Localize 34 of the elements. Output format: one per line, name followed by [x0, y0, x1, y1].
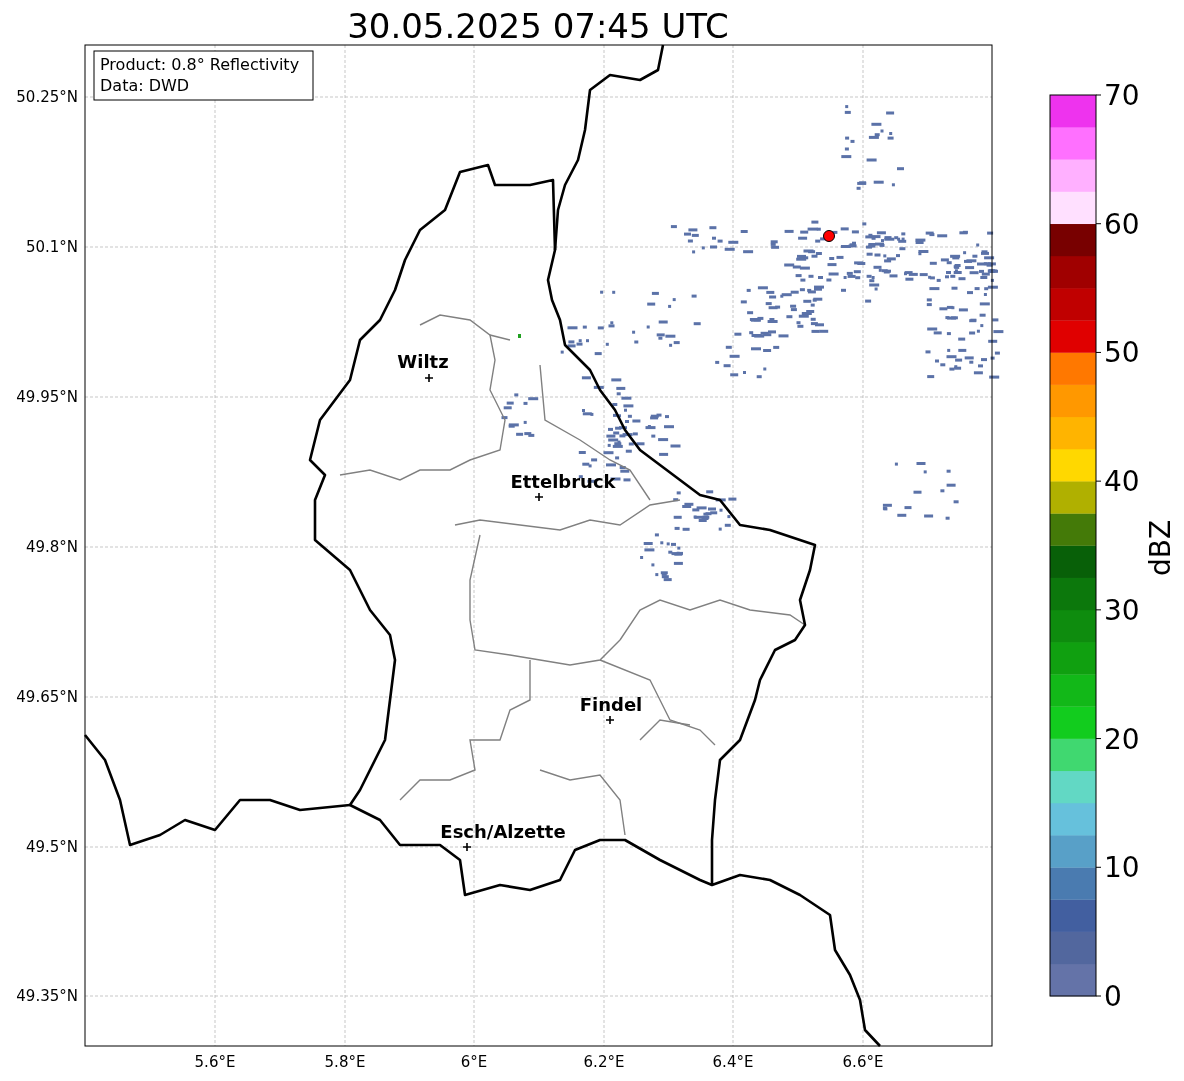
latitude-label: 50.25°N [16, 88, 78, 106]
latitude-label: 50.1°N [25, 238, 78, 256]
longitude-label: 6°E [460, 1053, 488, 1071]
longitude-label: 5.8°E [324, 1053, 366, 1071]
city-label: Ettelbruck [510, 471, 616, 492]
chart-title: 30.05.2025 07:45 UTC [347, 6, 729, 46]
colorbar-tick-label: 50 [1104, 336, 1140, 370]
cross-marker-icon [605, 715, 615, 725]
city-label: Wiltz [397, 351, 449, 372]
info-text: Data: DWD [100, 76, 190, 95]
radar-site-marker [823, 230, 835, 242]
longitude-label: 6.4°E [712, 1053, 754, 1071]
colorbar-tick-label: 0 [1104, 980, 1122, 1013]
longitude-label: 5.6°E [194, 1053, 236, 1071]
cross-marker-icon [534, 492, 544, 502]
cross-marker-icon [424, 373, 434, 383]
colorbar-label: dBZ [1144, 519, 1177, 577]
colorbar-tick-label: 60 [1104, 207, 1140, 241]
city-label: Esch/Alzette [440, 821, 566, 842]
latitude-label: 49.95°N [16, 388, 78, 406]
colorbar-tick-label: 20 [1104, 722, 1140, 756]
info-text: Product: 0.8° Reflectivity [100, 55, 300, 74]
latitude-label: 49.35°N [16, 987, 78, 1005]
colorbar-tick-label: 10 [1104, 851, 1140, 885]
colorbar-tick-label: 40 [1104, 465, 1140, 499]
cross-marker-icon [462, 842, 472, 852]
longitude-label: 6.6°E [842, 1053, 884, 1071]
latitude-label: 49.65°N [16, 688, 78, 706]
colorbar-tick-label: 30 [1104, 593, 1140, 627]
colorbar-tick-label: 70 [1104, 79, 1140, 112]
longitude-label: 6.2°E [583, 1053, 625, 1071]
city-label: Findel [579, 694, 643, 715]
latitude-label: 49.8°N [25, 538, 78, 556]
latitude-label: 49.5°N [25, 838, 78, 856]
